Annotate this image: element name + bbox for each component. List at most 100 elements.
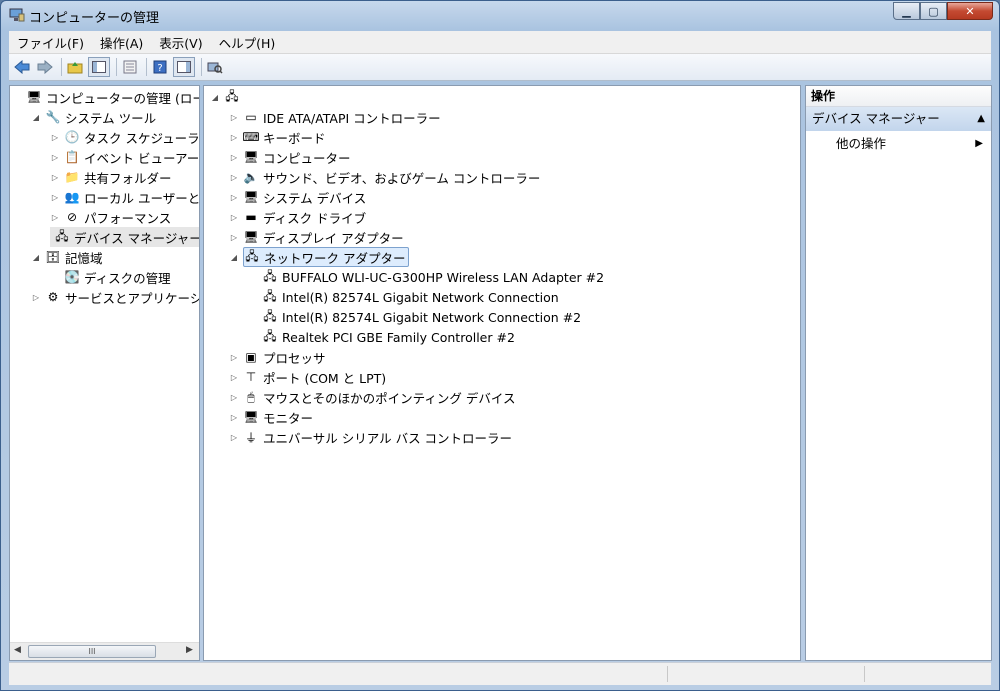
collapse-arrow-icon[interactable]: ◢ (31, 113, 41, 122)
tree-item[interactable]: 🖧 Realtek PCI GBE Family Controller #2 (248, 327, 515, 347)
tree-item[interactable]: ◢ 🖧 (210, 87, 244, 107)
tree-item[interactable]: ▷ ⏚ ユニバーサル シリアル バス コントローラー (229, 427, 512, 447)
tree-item-label: イベント ビューアー (84, 150, 200, 166)
tree-item[interactable]: ▷ 📁 共有フォルダー (50, 167, 172, 187)
expand-arrow-icon[interactable]: ▷ (50, 213, 60, 222)
scroll-left-arrow-icon[interactable]: ◀ (14, 645, 21, 655)
expand-arrow-icon[interactable]: ▷ (50, 153, 60, 162)
expand-arrow-icon[interactable]: ▷ (50, 133, 60, 142)
title-bar[interactable]: コンピューターの管理 ▁ ▢ ✕ (1, 1, 999, 31)
tree-item-label: プロセッサ (263, 350, 326, 366)
tree-item[interactable]: ▷ ⚙ サービスとアプリケーショ (31, 287, 200, 307)
tree-item[interactable]: ▷ 🖥 モニター (229, 407, 313, 427)
tree-item[interactable]: ▷ ▣ プロセッサ (229, 347, 326, 367)
collapse-arrow-icon[interactable]: ◢ (31, 253, 41, 262)
expand-arrow-icon[interactable]: ▷ (229, 373, 239, 382)
maximize-button[interactable]: ▢ (920, 2, 947, 20)
tree-item[interactable]: 🖧 デバイス マネージャー (50, 227, 199, 247)
scroll-right-arrow-icon[interactable]: ▶ (186, 645, 193, 655)
tree-item[interactable]: ▷ 🖥 ディスプレイ アダプター (229, 227, 404, 247)
tree-item[interactable]: ▷ 🔈 サウンド、ビデオ、およびゲーム コントローラー (229, 167, 540, 187)
scroll-thumb[interactable]: III (28, 645, 156, 658)
tree-item-label: コンピューターの管理 (ローカ (46, 90, 199, 106)
tree-item[interactable]: ▷ 🕒 タスク スケジューラ (50, 127, 199, 147)
tree-item[interactable]: ▷ 👥 ローカル ユーザーとグ (50, 187, 200, 207)
tree-item-label: サービスとアプリケーショ (65, 290, 200, 306)
tree-item[interactable]: ▷ ⊘ パフォーマンス (50, 207, 171, 227)
minimize-button[interactable]: ▁ (893, 2, 920, 20)
performance-icon: ⊘ (66, 210, 78, 224)
tree-item-label: マウスとそのほかのポインティング デバイス (263, 390, 516, 406)
tools-icon: 🔧 (45, 110, 61, 124)
menu-action[interactable]: 操作(A) (92, 33, 151, 52)
expand-arrow-icon[interactable]: ▷ (229, 153, 239, 162)
horizontal-scrollbar[interactable]: ◀ III ▶ (10, 642, 199, 660)
expand-arrow-icon[interactable]: ▷ (31, 293, 41, 302)
tree-item[interactable]: 💽 ディスクの管理 (50, 267, 171, 287)
tree-item[interactable]: ▷ ▬ ディスク ドライブ (229, 207, 366, 227)
expand-arrow-icon[interactable]: ▷ (229, 213, 239, 222)
other-actions-item[interactable]: 他の操作 ▶ (836, 134, 987, 154)
expand-arrow-icon[interactable]: ▷ (229, 173, 239, 182)
expand-arrow-icon[interactable]: ▷ (229, 433, 239, 442)
menu-help[interactable]: ヘルプ(H) (211, 33, 284, 52)
expand-arrow-icon[interactable]: ▷ (229, 113, 239, 122)
tree-item-label: ディスク ドライブ (263, 210, 367, 226)
expand-arrow-icon[interactable]: ▷ (229, 133, 239, 142)
tree-item[interactable]: ▷ 📋 イベント ビューアー (50, 147, 199, 167)
window: コンピューターの管理 ▁ ▢ ✕ ファイル(F) 操作(A) 表示(V) ヘルプ… (0, 0, 1000, 691)
tree-item-label: 共有フォルダー (84, 170, 172, 186)
forward-arrow-icon[interactable] (35, 57, 55, 77)
properties-icon[interactable] (120, 57, 140, 77)
tree-item-label: ローカル ユーザーとグ (84, 190, 200, 206)
tree-item[interactable]: ▷ ⌨ キーボード (229, 127, 326, 147)
collapse-up-icon[interactable]: ▲ (977, 107, 985, 131)
close-button[interactable]: ✕ (947, 2, 993, 20)
back-arrow-icon[interactable] (12, 57, 32, 77)
scan-hardware-icon[interactable] (205, 57, 225, 77)
show-hide-action-pane-icon[interactable] (173, 57, 195, 77)
up-folder-icon[interactable] (65, 57, 85, 77)
tree-item-label: システム デバイス (263, 190, 367, 206)
storage-icon: 🗄 (45, 250, 61, 264)
tree-item[interactable]: 🖥 コンピューターの管理 (ローカ (12, 87, 199, 107)
expand-arrow-icon[interactable]: ▷ (229, 413, 239, 422)
tree-item[interactable]: ▷ ⊤ ポート (COM と LPT) (229, 367, 386, 387)
collapse-arrow-icon[interactable]: ◢ (229, 253, 239, 262)
tree-item[interactable]: 🖧 Intel(R) 82574L Gigabit Network Connect… (248, 307, 581, 327)
tree-item[interactable]: ◢ 🗄 記憶域 (31, 247, 103, 267)
tree-item[interactable]: ▷ 🖥 コンピューター (229, 147, 351, 167)
tree-item-label: デバイス マネージャー (74, 230, 200, 246)
menu-file[interactable]: ファイル(F) (9, 33, 92, 52)
expand-arrow-icon[interactable]: ▷ (229, 353, 239, 362)
action-section-device-manager[interactable]: デバイス マネージャー ▲ (806, 107, 991, 131)
action-section-label: デバイス マネージャー (812, 111, 940, 126)
expand-arrow-icon[interactable]: ▷ (229, 233, 239, 242)
svg-text:?: ? (157, 63, 162, 74)
expand-arrow-icon[interactable]: ▷ (229, 193, 239, 202)
network-card-icon: 🖧 (263, 328, 277, 343)
tree-item[interactable]: ◢ 🔧 システム ツール (31, 107, 156, 127)
disk-drive-icon: ▬ (245, 210, 257, 224)
toolbar-separator (201, 58, 202, 76)
expand-arrow-icon[interactable]: ▷ (50, 193, 60, 202)
show-hide-tree-icon[interactable] (88, 57, 110, 77)
tree-item-label: ユニバーサル シリアル バス コントローラー (263, 430, 513, 446)
tree-item[interactable]: ▷ ▭ IDE ATA/ATAPI コントローラー (229, 107, 441, 127)
expand-arrow-icon[interactable]: ▷ (50, 173, 60, 182)
tree-item[interactable]: ▷ 🖥 システム デバイス (229, 187, 366, 207)
tree-item[interactable]: ▷ 🖱 マウスとそのほかのポインティング デバイス (229, 387, 516, 407)
tree-item[interactable]: 🖧 Intel(R) 82574L Gigabit Network Connect… (248, 287, 558, 307)
expand-arrow-icon[interactable]: ▷ (229, 393, 239, 402)
menu-view[interactable]: 表示(V) (151, 33, 210, 52)
tree-item[interactable]: 🖧 BUFFALO WLI-UC-G300HP Wireless LAN Adap… (248, 267, 604, 287)
keyboard-icon: ⌨ (242, 130, 260, 144)
other-actions-label: 他の操作 (836, 136, 887, 151)
collapse-arrow-icon[interactable]: ◢ (210, 93, 220, 102)
help-icon[interactable]: ? (150, 57, 170, 77)
processor-icon: ▣ (245, 350, 257, 364)
navigation-tree-pane[interactable]: 🖥 コンピューターの管理 (ローカ ◢ 🔧 システム ツール ▷ 🕒 タスク スケジューラ ▷ 📋… (9, 85, 200, 661)
device-tree-pane[interactable]: ◢ 🖧 ▷ ▭ IDE ATA/ATAPI コントローラー ▷ ⌨ キーボード ▷ 🖥 コンピュータ… (203, 85, 801, 661)
tree-item-label: ネットワーク アダプター (264, 250, 406, 266)
tree-item[interactable]: ◢ 🖧 ネットワーク アダプター (229, 247, 410, 267)
